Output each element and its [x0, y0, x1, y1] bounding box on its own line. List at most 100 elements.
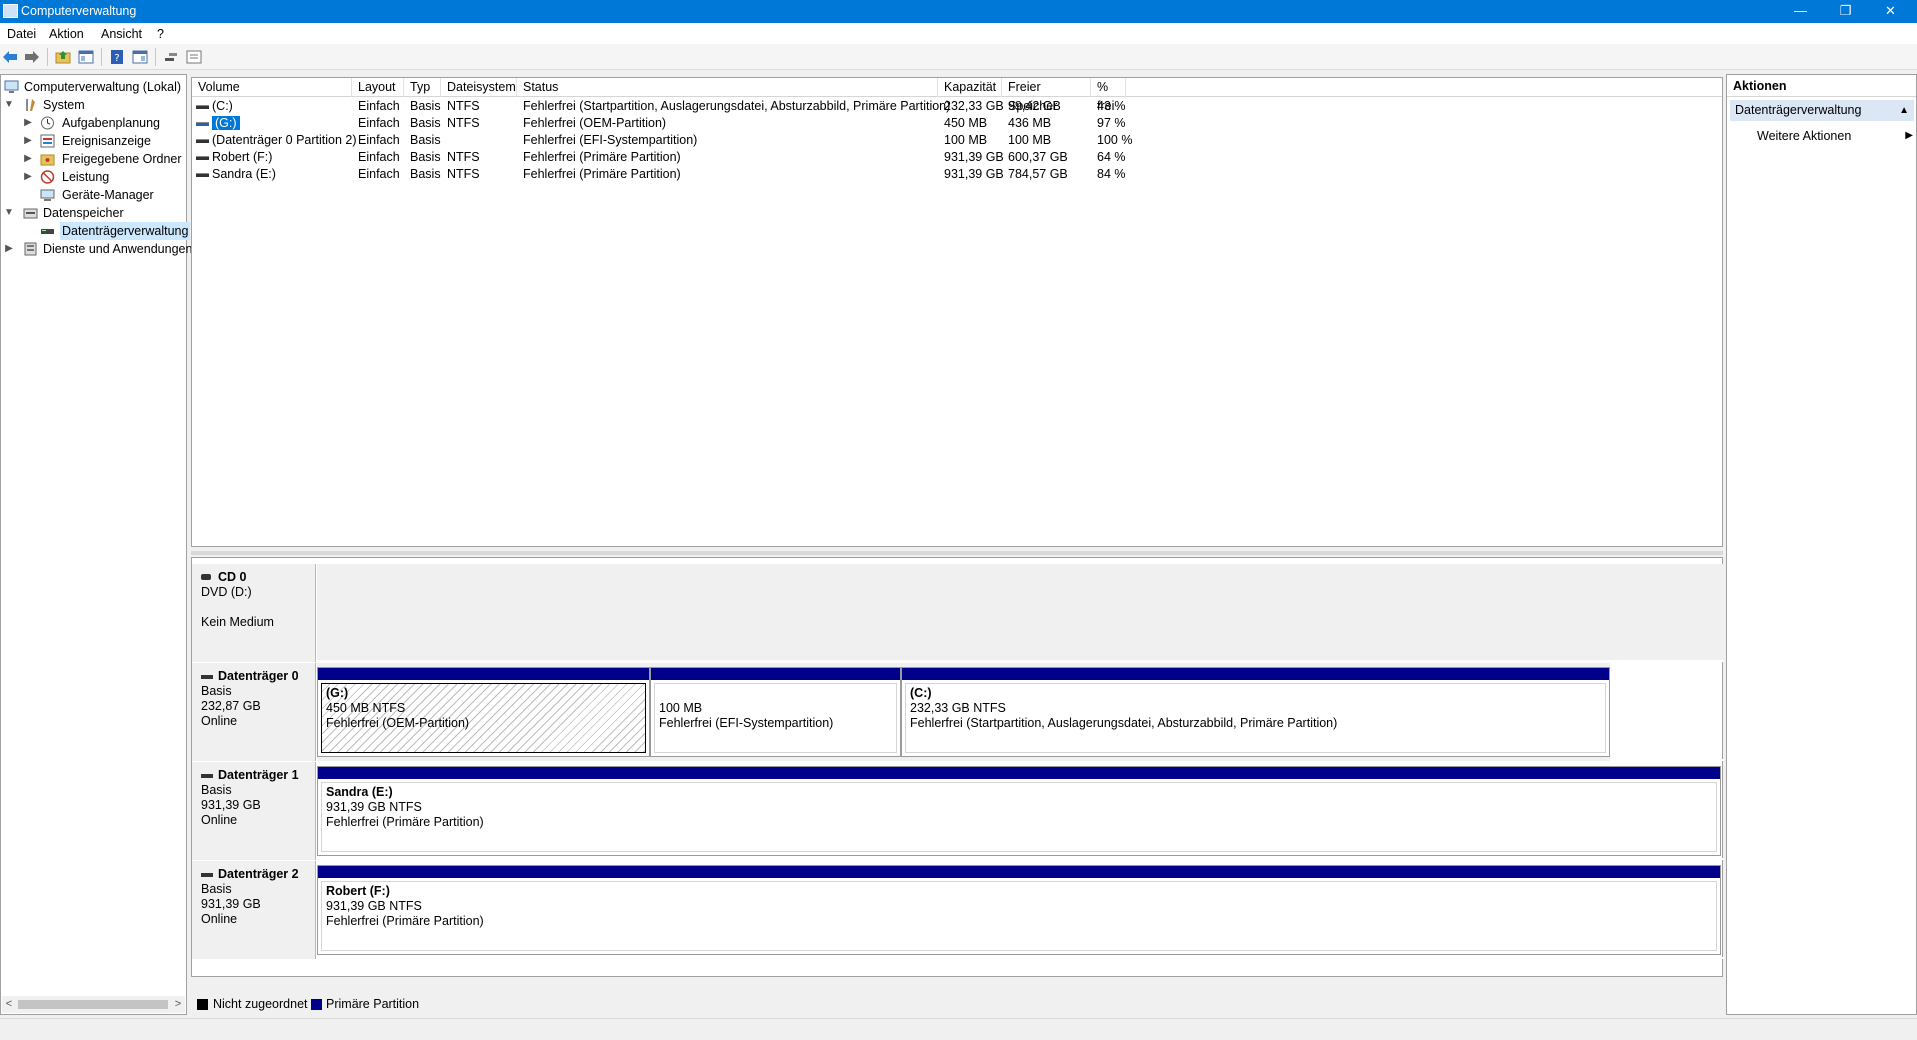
volume-row-selected[interactable]: (G:) Einfach Basis NTFS Fehlerfrei (OEM-… — [192, 115, 1722, 132]
back-arrow-icon[interactable] — [2, 49, 18, 65]
chevron-down-icon[interactable]: ▼ — [4, 204, 14, 222]
tree-label: Ereignisanzeige — [62, 134, 151, 148]
chevron-right-icon[interactable]: ▶ — [23, 168, 33, 186]
primary-partition-bar — [651, 668, 900, 680]
col-status[interactable]: Status — [517, 78, 938, 97]
disk-name: Datenträger 1 — [201, 768, 315, 783]
disk-label[interactable]: Datenträger 1 Basis 931,39 GB Online — [192, 762, 316, 860]
horizontal-scrollbar[interactable]: < > — [2, 996, 185, 1013]
actions-section-datentraegerverwaltung[interactable]: Datenträgerverwaltung ▲ — [1730, 100, 1914, 121]
computer-management-icon — [4, 80, 19, 94]
partition-c[interactable]: (C:) 232,33 GB NTFS Fehlerfrei (Startpar… — [901, 667, 1610, 757]
pane-splitter[interactable] — [191, 551, 1723, 555]
col-typ[interactable]: Typ — [404, 78, 441, 97]
col-prozent-frei[interactable]: % frei — [1091, 78, 1126, 113]
col-layout[interactable]: Layout — [352, 78, 404, 97]
legend-primary: Primäre Partition — [326, 997, 420, 1011]
chevron-right-icon[interactable]: ▶ — [23, 132, 33, 150]
cd-empty-area — [317, 564, 1724, 660]
disk-name-text: Datenträger 0 — [218, 669, 299, 683]
partition-info: Robert (F:) 931,39 GB NTFS Fehlerfrei (P… — [321, 881, 1717, 951]
volume-row[interactable]: (Datenträger 0 Partition 2) Einfach Basi… — [192, 132, 1722, 149]
volume-type: Basis — [410, 116, 441, 130]
console-tree-icon[interactable] — [78, 49, 94, 65]
menu-help[interactable]: ? — [157, 27, 164, 41]
partition-info: (C:) 232,33 GB NTFS Fehlerfrei (Startpar… — [905, 683, 1606, 753]
col-volume[interactable]: Volume — [192, 78, 352, 97]
primary-partition-bar — [318, 866, 1720, 878]
chevron-right-icon[interactable]: ▶ — [23, 114, 33, 132]
help-icon[interactable]: ? — [109, 49, 125, 65]
disk-type: Basis — [201, 783, 232, 797]
volume-type: Basis — [410, 167, 441, 181]
volume-capacity: 232,33 GB — [944, 99, 1004, 113]
col-freier-speicher[interactable]: Freier Speicher — [1002, 78, 1091, 113]
volume-name: (Datenträger 0 Partition 2) — [212, 133, 357, 147]
volume-row[interactable]: Robert (F:) Einfach Basis NTFS Fehlerfre… — [192, 149, 1722, 166]
disk-row-2[interactable]: Datenträger 2 Basis 931,39 GB Online Rob… — [192, 861, 1724, 959]
volume-free: 784,57 GB — [1008, 167, 1068, 181]
partition-size: 100 MB — [659, 701, 703, 715]
volume-row[interactable]: (C:) Einfach Basis NTFS Fehlerfrei (Star… — [192, 98, 1722, 115]
partition-e[interactable]: Sandra (E:) 931,39 GB NTFS Fehlerfrei (P… — [317, 766, 1721, 856]
forward-arrow-icon[interactable] — [24, 49, 40, 65]
minimize-button[interactable]: — — [1778, 0, 1823, 23]
restore-button[interactable]: ❐ — [1823, 0, 1868, 23]
main-pane: Volume Layout Typ Dateisystem Status Kap… — [191, 74, 1724, 1015]
disk-state: Online — [201, 714, 238, 728]
partition-name: (C:) — [910, 686, 932, 700]
up-folder-icon[interactable] — [55, 49, 71, 65]
scroll-left-icon[interactable]: < — [2, 996, 16, 1013]
scroll-right-icon[interactable]: > — [171, 996, 185, 1013]
chevron-down-icon[interactable]: ▼ — [4, 96, 14, 114]
chevron-right-icon[interactable]: ▶ — [4, 240, 14, 258]
volume-capacity: 100 MB — [944, 133, 988, 147]
disk-name: CD 0 — [201, 570, 315, 585]
action-weitere-aktionen[interactable]: Weitere Aktionen ▶ — [1757, 127, 1913, 145]
partition-f[interactable]: Robert (F:) 931,39 GB NTFS Fehlerfrei (P… — [317, 865, 1721, 955]
partition-g[interactable]: (G:) 450 MB NTFS Fehlerfrei (OEM-Partiti… — [317, 667, 650, 757]
collapse-up-icon[interactable]: ▲ — [1899, 100, 1909, 121]
close-button[interactable]: ✕ — [1868, 0, 1913, 23]
hard-disk-icon — [201, 675, 213, 679]
partition-status: Fehlerfrei (OEM-Partition) — [326, 716, 470, 730]
tools-icon — [23, 98, 38, 112]
col-kapazitaet[interactable]: Kapazität — [938, 78, 1002, 97]
disk-name: Datenträger 2 — [201, 867, 315, 882]
primary-partition-bar — [902, 668, 1609, 680]
partition-efi[interactable]: 100 MB Fehlerfrei (EFI-Systempartition) — [650, 667, 901, 757]
volume-status: Fehlerfrei (Startpartition, Auslagerungs… — [523, 99, 951, 113]
disk-state: Online — [201, 813, 238, 827]
cd-drive-icon — [201, 574, 211, 580]
disk-row-1[interactable]: Datenträger 1 Basis 931,39 GB Online San… — [192, 762, 1724, 860]
disk-row-cd0[interactable]: CD 0 DVD (D:) Kein Medium — [192, 564, 1724, 662]
disk-row-0[interactable]: Datenträger 0 Basis 232,87 GB Online (G:… — [192, 663, 1724, 761]
disk-name: Datenträger 0 — [201, 669, 315, 684]
menu-ansicht[interactable]: Ansicht — [101, 27, 142, 41]
menu-datei[interactable]: Datei — [7, 27, 36, 41]
storage-icon — [23, 206, 38, 220]
disk-label[interactable]: CD 0 DVD (D:) Kein Medium — [192, 564, 316, 662]
partition-name: Sandra (E:) — [326, 785, 393, 799]
device-manager-icon — [40, 188, 55, 202]
connect-icon[interactable] — [163, 49, 179, 65]
col-dateisystem[interactable]: Dateisystem — [441, 78, 517, 97]
menu-aktion[interactable]: Aktion — [49, 27, 84, 41]
partition-size: 931,39 GB NTFS — [326, 800, 422, 814]
disk-label[interactable]: Datenträger 2 Basis 931,39 GB Online — [192, 861, 316, 959]
properties-icon[interactable] — [132, 49, 148, 65]
disk-label[interactable]: Datenträger 0 Basis 232,87 GB Online — [192, 663, 316, 761]
tree-label: Dienste und Anwendungen — [43, 242, 193, 256]
chevron-right-icon[interactable]: ▶ — [23, 150, 33, 168]
list-view-icon[interactable] — [186, 49, 202, 65]
scroll-thumb[interactable] — [18, 1000, 168, 1009]
title-bar: Computerverwaltung — ❐ ✕ — [0, 0, 1917, 23]
volume-layout: Einfach — [358, 133, 400, 147]
disk-size: 931,39 GB — [201, 897, 261, 911]
volume-row[interactable]: Sandra (E:) Einfach Basis NTFS Fehlerfre… — [192, 166, 1722, 183]
volume-free: 600,37 GB — [1008, 150, 1068, 164]
hard-disk-icon — [201, 774, 213, 778]
volume-type: Basis — [410, 99, 441, 113]
partition-info: Sandra (E:) 931,39 GB NTFS Fehlerfrei (P… — [321, 782, 1717, 852]
partition-status: Fehlerfrei (Startpartition, Auslagerungs… — [910, 716, 1338, 730]
